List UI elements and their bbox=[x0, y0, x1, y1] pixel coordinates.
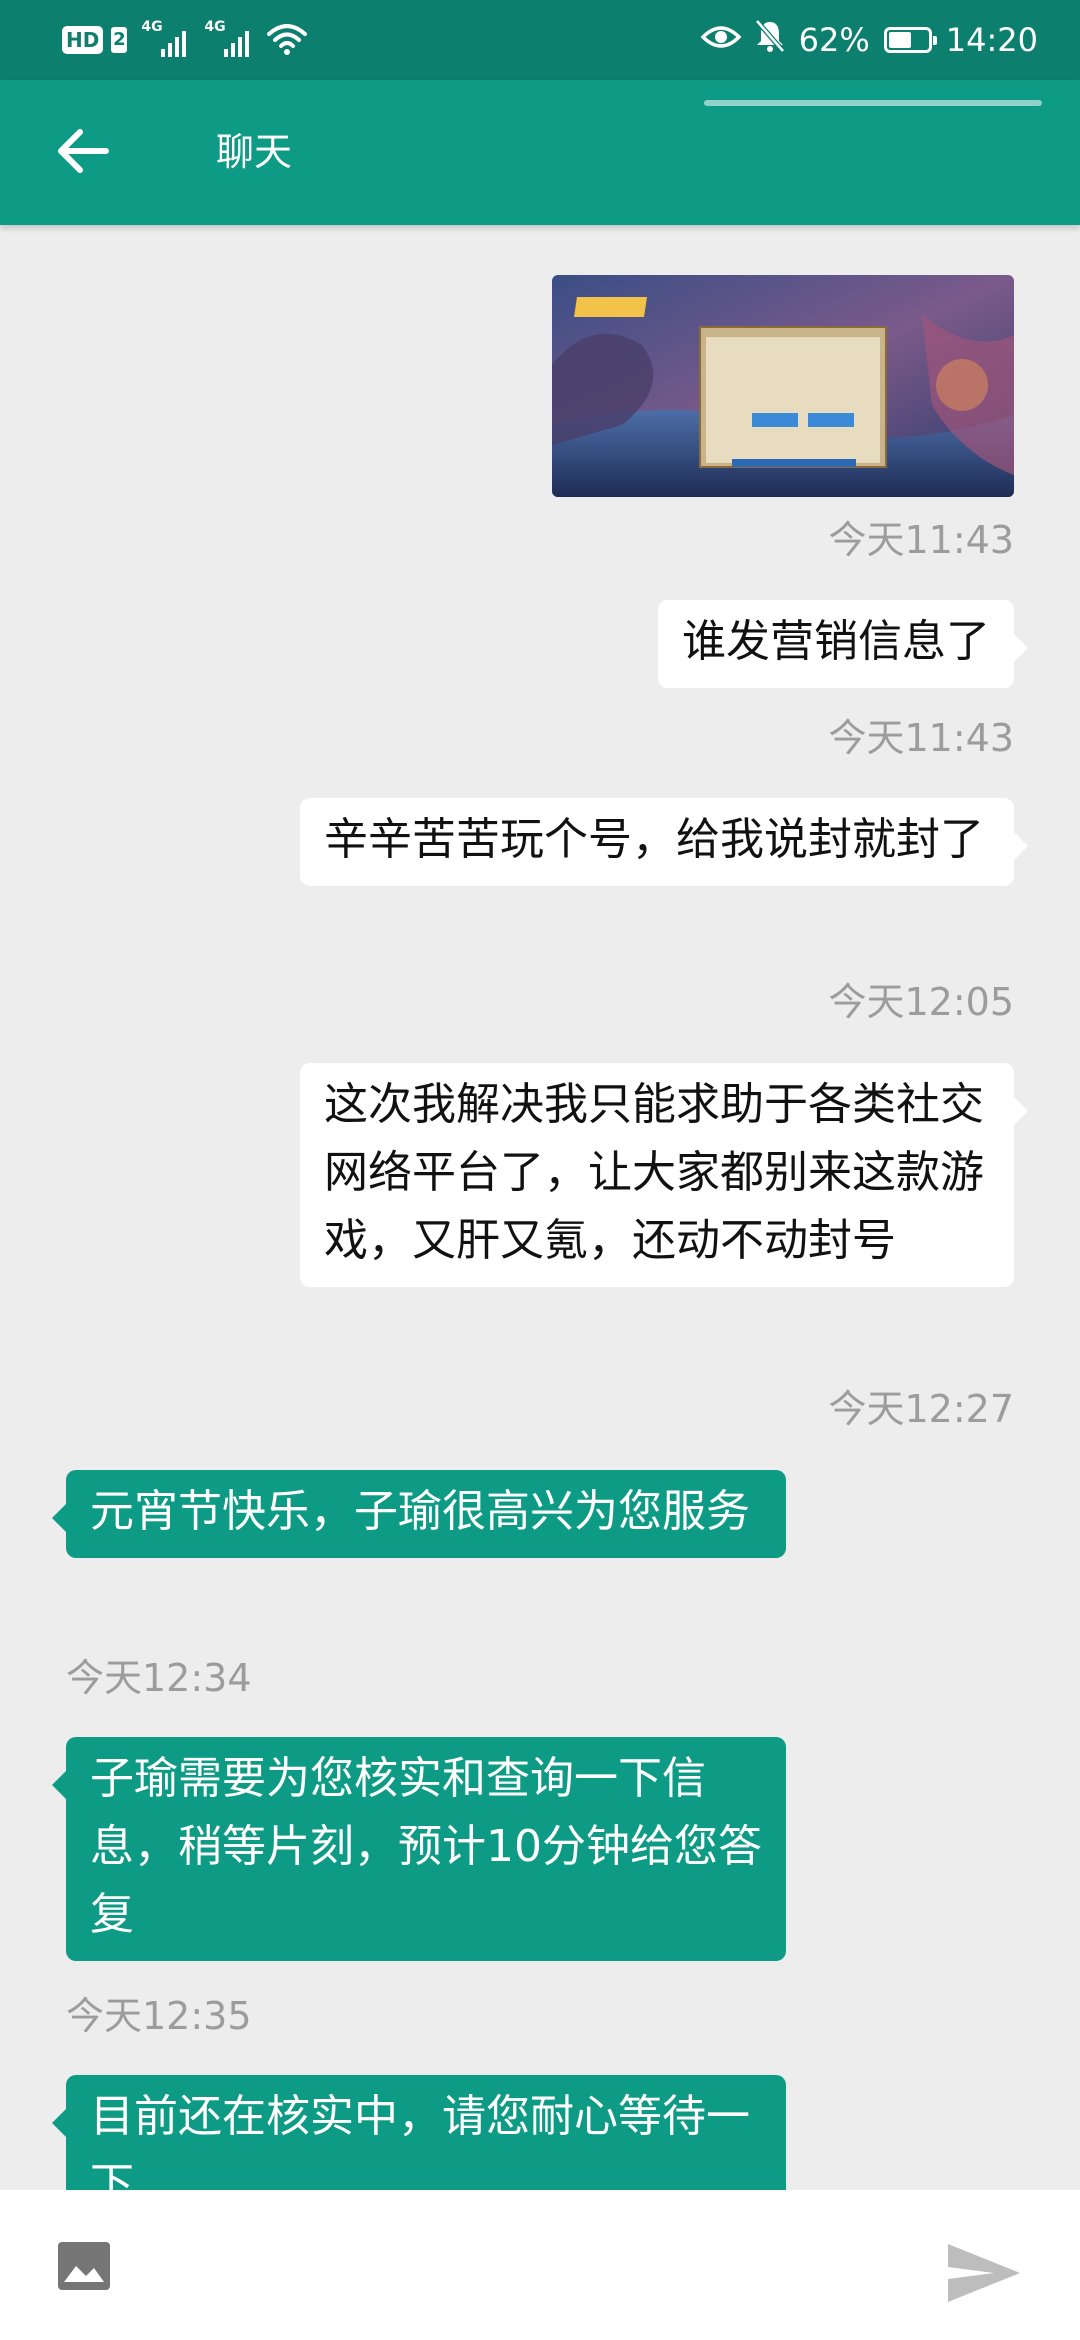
message-bubble-incoming[interactable]: 目前还在核实中，请您耐心等待一下 bbox=[52, 2075, 786, 2190]
sim-badge: 2 bbox=[111, 27, 128, 53]
signal-icon: 4G bbox=[141, 19, 187, 57]
window-handle bbox=[704, 100, 1042, 106]
image-button[interactable] bbox=[56, 2238, 112, 2294]
status-right: 62% 14:20 bbox=[700, 18, 1038, 62]
send-icon bbox=[944, 2244, 1024, 2312]
hd-badge: HD bbox=[62, 26, 104, 54]
message-bubble-outgoing[interactable]: 谁发营销信息了 bbox=[658, 600, 1028, 688]
arrow-left-icon bbox=[56, 128, 110, 178]
eye-icon bbox=[700, 21, 742, 59]
message-bubble-incoming[interactable]: 子瑜需要为您核实和查询一下信息，稍等片刻，预计10分钟给您答复 bbox=[52, 1737, 786, 1961]
input-bar bbox=[0, 2190, 1080, 2340]
message-image[interactable] bbox=[552, 275, 1014, 497]
battery-fill bbox=[888, 32, 911, 48]
back-button[interactable] bbox=[50, 120, 116, 186]
message-time: 今天12:27 bbox=[828, 1387, 1014, 1431]
message-bubble-incoming[interactable]: 元宵节快乐，子瑜很高兴为您服务 bbox=[52, 1470, 786, 1558]
wifi-icon bbox=[267, 24, 308, 56]
send-button[interactable] bbox=[944, 2238, 1024, 2308]
image-icon bbox=[56, 2242, 112, 2298]
status-bar: HD 2 4G 4G 62% 14:20 bbox=[0, 0, 1080, 80]
bell-off-icon bbox=[754, 19, 785, 61]
network-type-1: 4G bbox=[141, 19, 163, 35]
network-type-2: 4G bbox=[204, 19, 226, 35]
message-bubble-outgoing[interactable]: 辛辛苦苦玩个号，给我说封就封了 bbox=[300, 798, 1028, 886]
battery-icon bbox=[883, 27, 937, 53]
status-left: HD 2 4G 4G bbox=[62, 19, 308, 60]
message-time: 今天11:43 bbox=[828, 518, 1014, 562]
signal-icon: 4G bbox=[204, 19, 250, 57]
message-time: 今天12:34 bbox=[66, 1656, 252, 1700]
page-title: 聊天 bbox=[216, 130, 293, 174]
message-time: 今天12:05 bbox=[828, 980, 1014, 1024]
status-time: 14:20 bbox=[945, 21, 1038, 59]
app-bar: 聊天 bbox=[0, 80, 1080, 225]
message-bubble-outgoing[interactable]: 这次我解决我只能求助于各类社交网络平台了，让大家都别来这款游戏，又肝又氪，还动不… bbox=[300, 1063, 1028, 1287]
message-time: 今天12:35 bbox=[66, 1994, 252, 2038]
battery-percent: 62% bbox=[798, 21, 870, 59]
chat-list[interactable]: 今天11:43 谁发营销信息了 今天11:43 辛辛苦苦玩个号，给我说封就封了 … bbox=[0, 225, 1080, 2190]
message-time: 今天11:43 bbox=[828, 716, 1014, 760]
